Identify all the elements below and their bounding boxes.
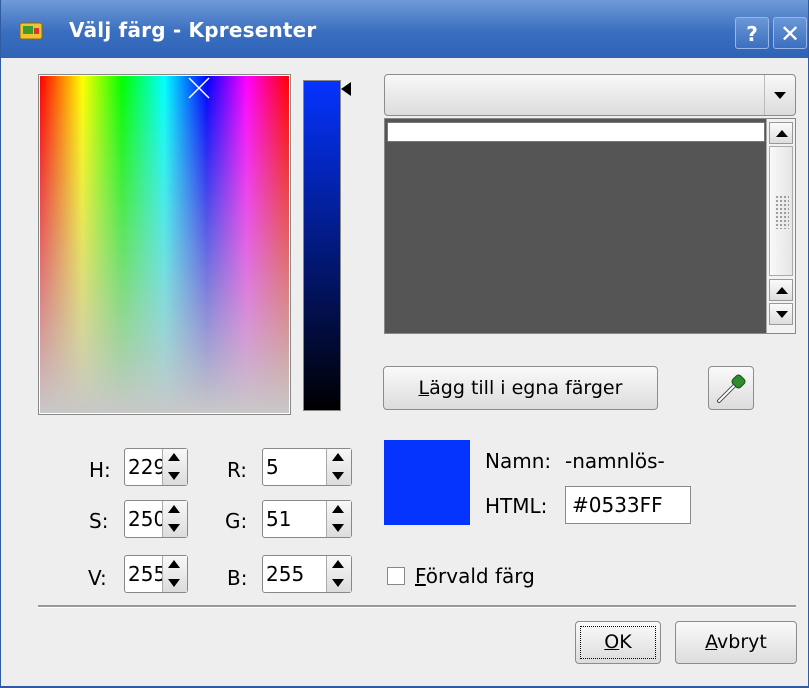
hue-saturation-gradient[interactable]: [40, 76, 289, 413]
window-title: Välj färg - Kpresenter: [69, 18, 317, 42]
palette-combobox[interactable]: [384, 74, 796, 116]
v-spinbox[interactable]: 255: [124, 555, 188, 593]
g-value: 51: [266, 507, 292, 531]
default-color-label-text: örvald färg: [425, 564, 535, 588]
arrow-down-icon: [168, 524, 180, 532]
color-dialog: Välj färg - Kpresenter ? ✕ Lägg till i e…: [0, 0, 809, 688]
crosshair-icon[interactable]: [187, 76, 211, 100]
name-value: -namnlös-: [565, 449, 665, 473]
arrow-down-icon: [332, 524, 344, 532]
s-stepper[interactable]: [162, 501, 187, 537]
s-value: 250: [128, 507, 167, 531]
html-color-value: #0533FF: [572, 493, 663, 517]
color-picker-icon: [717, 374, 746, 403]
title-bar[interactable]: Välj färg - Kpresenter ? ✕: [1, 0, 808, 58]
cancel-mnemonic: A: [705, 631, 718, 653]
g-stepper[interactable]: [326, 501, 351, 537]
v-label: V:: [88, 566, 107, 590]
b-value: 255: [266, 562, 305, 586]
arrow-up-icon: [332, 453, 344, 461]
arrow-down-icon: [776, 311, 788, 318]
default-color-mnemonic: F: [415, 564, 426, 588]
arrow-up-icon: [168, 505, 180, 513]
add-button-label: ägg till i egna färger: [429, 377, 623, 399]
arrow-down-icon: [168, 579, 180, 587]
r-spinbox[interactable]: 5: [262, 448, 352, 486]
cancel-label: vbryt: [717, 631, 767, 653]
arrow-down-icon: [332, 579, 344, 587]
default-color-checkbox[interactable]: [387, 567, 405, 585]
value-slider[interactable]: [303, 80, 341, 411]
scroll-thumb[interactable]: [769, 146, 793, 276]
hue-saturation-picker[interactable]: [38, 74, 291, 415]
palette-color-table[interactable]: [384, 118, 796, 334]
close-button[interactable]: ✕: [773, 17, 807, 49]
combobox-dropdown-button[interactable]: [764, 75, 795, 115]
arrow-up-icon: [776, 287, 788, 294]
h-spinbox[interactable]: 229: [124, 448, 188, 486]
add-button-mnemonic: L: [418, 377, 430, 399]
scroll-up-lower-button[interactable]: [769, 279, 793, 301]
b-spinbox[interactable]: 255: [262, 555, 352, 593]
chevron-down-icon: [774, 92, 786, 99]
scroll-down-button[interactable]: [769, 303, 793, 325]
color-preview-swatch[interactable]: [384, 440, 470, 525]
g-label: G:: [225, 509, 248, 533]
arrow-up-icon: [332, 560, 344, 568]
color-picker-button[interactable]: [708, 366, 754, 410]
r-value: 5: [266, 455, 279, 479]
palette-color-row[interactable]: [387, 122, 765, 142]
ok-button[interactable]: OK: [575, 621, 661, 664]
html-color-input[interactable]: #0533FF: [565, 486, 691, 524]
vertical-scrollbar[interactable]: [766, 119, 795, 333]
name-label: Namn:: [485, 449, 552, 473]
arrow-down-icon: [332, 472, 344, 480]
app-icon: [19, 22, 43, 40]
v-value: 255: [128, 562, 167, 586]
arrow-up-icon: [168, 560, 180, 568]
grip-icon: [775, 195, 789, 229]
h-stepper[interactable]: [162, 449, 187, 485]
s-label: S:: [89, 509, 109, 533]
default-color-label[interactable]: Förvald färg: [415, 564, 535, 588]
scroll-up-button[interactable]: [769, 122, 793, 144]
b-stepper[interactable]: [326, 556, 351, 592]
v-stepper[interactable]: [162, 556, 187, 592]
button-separator: [38, 605, 796, 608]
s-spinbox[interactable]: 250: [124, 500, 188, 538]
help-button[interactable]: ?: [735, 17, 769, 49]
b-label: B:: [227, 566, 248, 590]
r-stepper[interactable]: [326, 449, 351, 485]
r-label: R:: [227, 458, 248, 482]
add-to-custom-colors-button[interactable]: Lägg till i egna färger: [383, 366, 658, 410]
arrow-up-icon: [776, 130, 788, 137]
arrow-down-icon: [168, 472, 180, 480]
g-spinbox[interactable]: 51: [262, 500, 352, 538]
arrow-up-icon: [168, 453, 180, 461]
cancel-button[interactable]: Avbryt: [675, 621, 797, 664]
h-value: 229: [128, 455, 167, 479]
focus-ring: [580, 626, 656, 659]
h-label: H:: [89, 458, 111, 482]
value-slider-handle-icon[interactable]: [341, 82, 351, 96]
arrow-up-icon: [332, 505, 344, 513]
html-label: HTML:: [485, 494, 548, 518]
